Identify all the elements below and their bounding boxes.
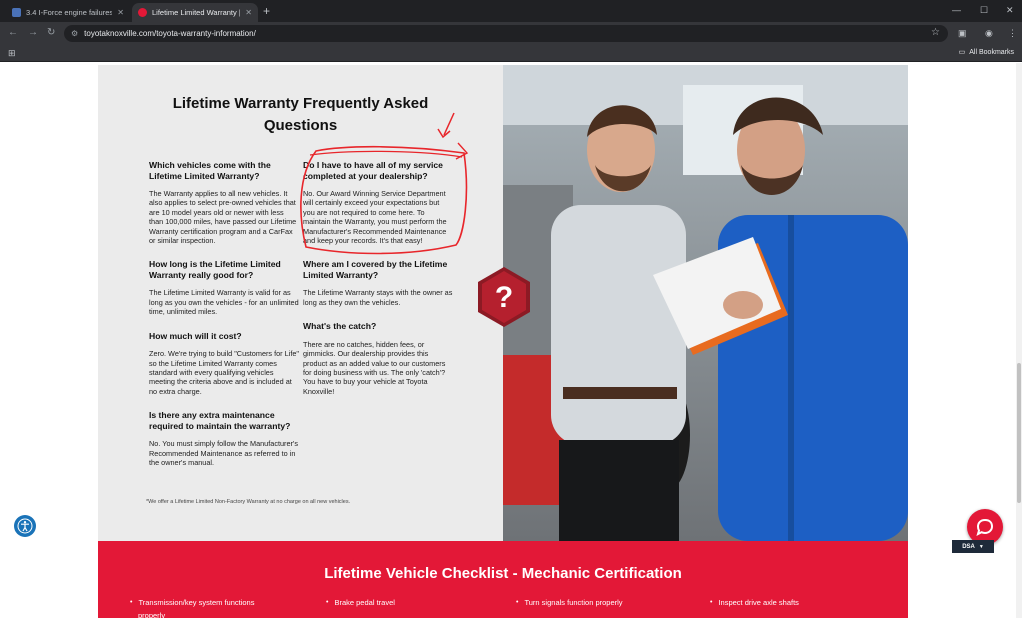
question-mark-icon: ?: [478, 267, 530, 327]
dsa-logo-text: DSA: [962, 543, 975, 550]
faq-item: Where am I covered by the Lifetime Limit…: [303, 259, 453, 307]
page-scrollbar[interactable]: [1016, 63, 1022, 618]
faq-answer: Zero. We're trying to build "Customers f…: [149, 349, 299, 396]
folder-icon: ▭: [958, 49, 966, 56]
dsa-logo[interactable]: DSA ▼: [952, 540, 994, 553]
browser-tab-bar: 3.4 I-Force engine failures. | Pa ✕ Life…: [0, 0, 1022, 22]
tab-1-favicon-icon: [12, 8, 21, 17]
address-bar[interactable]: ⚙ toyotaknoxville.com/toyota-warranty-in…: [64, 25, 948, 42]
faq-question: Where am I covered by the Lifetime Limit…: [303, 259, 448, 280]
back-icon[interactable]: ←: [8, 27, 18, 39]
new-tab-icon[interactable]: +: [263, 4, 270, 18]
faq-answer: There are no catches, hidden fees, or gi…: [303, 339, 446, 396]
faq-question: How much will it cost?: [149, 330, 242, 341]
faq-footnote: *We offer a Lifetime Limited Non-Factory…: [146, 499, 351, 505]
faq-question: Do I have to have all of my service comp…: [303, 160, 443, 181]
checklist-title: Lifetime Vehicle Checklist - Mechanic Ce…: [324, 565, 682, 582]
bookmarks-bar: ⊞ ▭ All Bookmarks: [0, 45, 1022, 62]
faq-item: What's the catch? There are no catches, …: [303, 321, 453, 396]
checklist-item: • Inspect drive axle shafts: [710, 598, 799, 607]
mechanics-illustration: [503, 65, 908, 541]
browser-tab-2[interactable]: Lifetime Limited Warranty | Toy ✕: [132, 3, 258, 22]
faq-item: How much will it cost? Zero. We're tryin…: [149, 331, 299, 397]
browser-toolbar: ← → ↻ ⚙ toyotaknoxville.com/toyota-warra…: [0, 22, 1022, 45]
site-info-icon[interactable]: ⚙: [71, 29, 78, 38]
faq-answer: The Lifetime Limited Warranty is valid f…: [149, 288, 299, 317]
reload-icon[interactable]: ↻: [47, 27, 55, 39]
tab-1-title: 3.4 I-Force engine failures. | Pa: [26, 8, 113, 17]
faq-question: What's the catch?: [303, 321, 377, 332]
checklist-item: • Turn signals function properly: [516, 598, 623, 607]
forward-icon[interactable]: →: [28, 27, 38, 39]
faq-item: Which vehicles come with the Lifetime Li…: [149, 160, 299, 245]
mechanics-photo: [503, 65, 908, 541]
faq-answer: No. Our Award Winning Service Department…: [303, 189, 447, 246]
tab-2-favicon-icon: [138, 8, 147, 17]
faq-question: How long is the Lifetime Limited Warrant…: [149, 259, 281, 280]
faq-answer: The Warranty applies to all new vehicles…: [149, 189, 297, 246]
checklist-item-continuation: properly: [138, 611, 166, 618]
bookmark-star-icon[interactable]: ☆: [931, 27, 940, 38]
menu-icon[interactable]: ⋮: [1008, 27, 1017, 39]
bullet-icon: •: [516, 599, 519, 606]
web-page: Lifetime Warranty Frequently Asked Quest…: [0, 63, 1016, 618]
extensions-icon[interactable]: ▣: [958, 27, 967, 39]
maximize-icon[interactable]: ☐: [980, 4, 988, 16]
faq-answer: No. You must simply follow the Manufactu…: [149, 439, 299, 467]
faq-item: Do I have to have all of my service comp…: [303, 160, 453, 245]
all-bookmarks-label: All Bookmarks: [969, 48, 1014, 56]
browser-tab-1[interactable]: 3.4 I-Force engine failures. | Pa ✕: [6, 3, 130, 22]
url-text: toyotaknoxville.com/toyota-warranty-info…: [84, 29, 256, 38]
bullet-icon: •: [130, 599, 133, 606]
faq-answer: The Lifetime Warranty stays with the own…: [303, 288, 453, 307]
faq-right-column: Do I have to have all of my service comp…: [303, 160, 453, 410]
apps-grid-icon[interactable]: ⊞: [8, 48, 16, 59]
faq-item: How long is the Lifetime Limited Warrant…: [149, 259, 299, 316]
checklist-item: • Brake pedal travel: [326, 598, 395, 607]
faq-question: Is there any extra maintenance required …: [149, 410, 291, 431]
accessibility-icon: [17, 518, 33, 534]
checklist-section: Lifetime Vehicle Checklist - Mechanic Ce…: [98, 541, 908, 618]
chat-icon: [976, 518, 994, 536]
checklist-item: • Transmission/key system functions: [130, 598, 255, 607]
tab-2-title: Lifetime Limited Warranty | Toy: [152, 8, 241, 17]
minimize-icon[interactable]: —: [952, 4, 961, 16]
all-bookmarks-button[interactable]: ▭ All Bookmarks: [958, 48, 1014, 57]
profile-icon[interactable]: ◉: [985, 27, 993, 39]
accessibility-button[interactable]: [14, 515, 36, 537]
faq-item: Is there any extra maintenance required …: [149, 410, 299, 467]
faq-title: Lifetime Warranty Frequently Asked Quest…: [172, 95, 429, 134]
tab-1-close-icon[interactable]: ✕: [117, 8, 124, 17]
svg-text:?: ?: [495, 281, 513, 314]
faq-question: Which vehicles come with the Lifetime Li…: [149, 160, 271, 181]
close-window-icon[interactable]: ✕: [1006, 4, 1014, 16]
faq-left-column: Which vehicles come with the Lifetime Li…: [149, 160, 299, 481]
bullet-icon: •: [710, 599, 713, 606]
chevron-down-icon: ▼: [978, 543, 984, 550]
faq-section: Lifetime Warranty Frequently Asked Quest…: [98, 65, 503, 541]
tab-2-close-icon[interactable]: ✕: [245, 8, 252, 17]
bullet-icon: •: [326, 599, 329, 606]
scrollbar-thumb[interactable]: [1017, 363, 1021, 503]
